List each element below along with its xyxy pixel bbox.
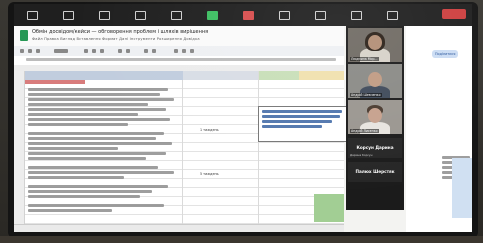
meeting-toolbar (14, 4, 472, 26)
comment-icon[interactable] (182, 49, 186, 53)
link-icon[interactable] (174, 49, 178, 53)
camera-icon (62, 10, 74, 20)
more-button[interactable] (374, 4, 410, 26)
share-button-label: Поділитися (435, 52, 456, 56)
whiteboard-button[interactable] (302, 4, 338, 26)
formula-text (26, 58, 336, 61)
participant-face (368, 35, 382, 50)
share-screen-icon (206, 10, 218, 20)
monitor-screen: Обмін досвідом/кейси — обговорення пробл… (14, 4, 472, 232)
shield-icon (98, 10, 110, 20)
undo-icon[interactable] (20, 49, 24, 53)
apps-button[interactable] (338, 4, 374, 26)
record-button[interactable] (230, 4, 266, 26)
participant-face (368, 72, 382, 87)
sheet-tabs[interactable] (14, 224, 344, 232)
participant-face (368, 108, 382, 123)
document-title[interactable]: Обмін досвідом/кейси — обговорення пробл… (32, 29, 208, 35)
desk-surface (0, 236, 483, 243)
zoom-select[interactable] (54, 49, 68, 53)
whiteboard-icon (314, 10, 326, 20)
participant-tile[interactable]: Андрій Шевченко (348, 64, 402, 98)
header-cell (183, 71, 258, 80)
record-icon (242, 10, 254, 20)
fill-color-icon[interactable] (118, 49, 122, 53)
security-button[interactable] (86, 4, 122, 26)
filter-icon[interactable] (190, 49, 194, 53)
participant-name: Андрій Шевченко (350, 93, 382, 97)
share-screen-button[interactable] (194, 4, 230, 26)
sheets-logo-icon (20, 30, 28, 41)
microphone-icon (26, 10, 38, 20)
participant-name-tile[interactable]: Корсун Дарина Дарина Корсун (348, 138, 402, 158)
redo-icon[interactable] (28, 49, 32, 53)
participant-tile[interactable]: Людмила Мор... (348, 28, 402, 62)
more-icon (386, 10, 398, 20)
participant-name-tile[interactable]: Палюх Шерстяк (348, 162, 402, 182)
participant-tile[interactable]: Андрій Лисенко (348, 100, 402, 134)
column-divider (182, 71, 183, 232)
header-cell (259, 71, 299, 80)
video-button[interactable] (50, 4, 86, 26)
bold-icon[interactable] (84, 49, 88, 53)
header-cell (25, 71, 183, 80)
sheet-title-bar: Обмін досвідом/кейси — обговорення пробл… (14, 26, 344, 46)
highlighted-cell[interactable] (314, 194, 344, 222)
reaction-icon (278, 10, 290, 20)
borders-icon[interactable] (126, 49, 130, 53)
header-cell (299, 71, 344, 80)
row-numbers (14, 71, 25, 232)
video-panel: Людмила Мор... Андрій Шевченко Андрій Ли… (346, 26, 404, 210)
photo-scene: Обмін досвідом/кейси — обговорення пробл… (0, 0, 483, 243)
chat-button[interactable] (158, 4, 194, 26)
italic-icon[interactable] (92, 49, 96, 53)
selected-cell-range[interactable] (258, 106, 348, 142)
participant-name: Людмила Мор... (350, 57, 379, 61)
week-cell[interactable]: 5 тиждень (200, 172, 219, 176)
reactions-button[interactable] (266, 4, 302, 26)
participant-display-name: Корсун Дарина (356, 145, 394, 150)
print-icon[interactable] (36, 49, 40, 53)
wrap-icon[interactable] (152, 49, 156, 53)
chat-icon (170, 10, 182, 20)
apps-icon (350, 10, 362, 20)
end-meeting-button[interactable] (442, 9, 466, 19)
mute-button[interactable] (14, 4, 50, 26)
header-accent (25, 80, 85, 84)
participant-name: Андрій Лисенко (350, 129, 379, 133)
participant-subname: Дарина Корсун (350, 153, 373, 157)
participants-button[interactable] (122, 4, 158, 26)
participant-display-name: Палюх Шерстяк (355, 169, 395, 174)
column-divider (258, 71, 259, 232)
highlighted-cell[interactable] (452, 158, 472, 218)
week-cell[interactable]: 1 тиждень (200, 128, 219, 132)
align-icon[interactable] (144, 49, 148, 53)
menu-bar[interactable]: Файл Правка Вигляд Вставлення Формат Дан… (32, 37, 200, 41)
people-icon (134, 10, 146, 20)
text-color-icon[interactable] (100, 49, 104, 53)
